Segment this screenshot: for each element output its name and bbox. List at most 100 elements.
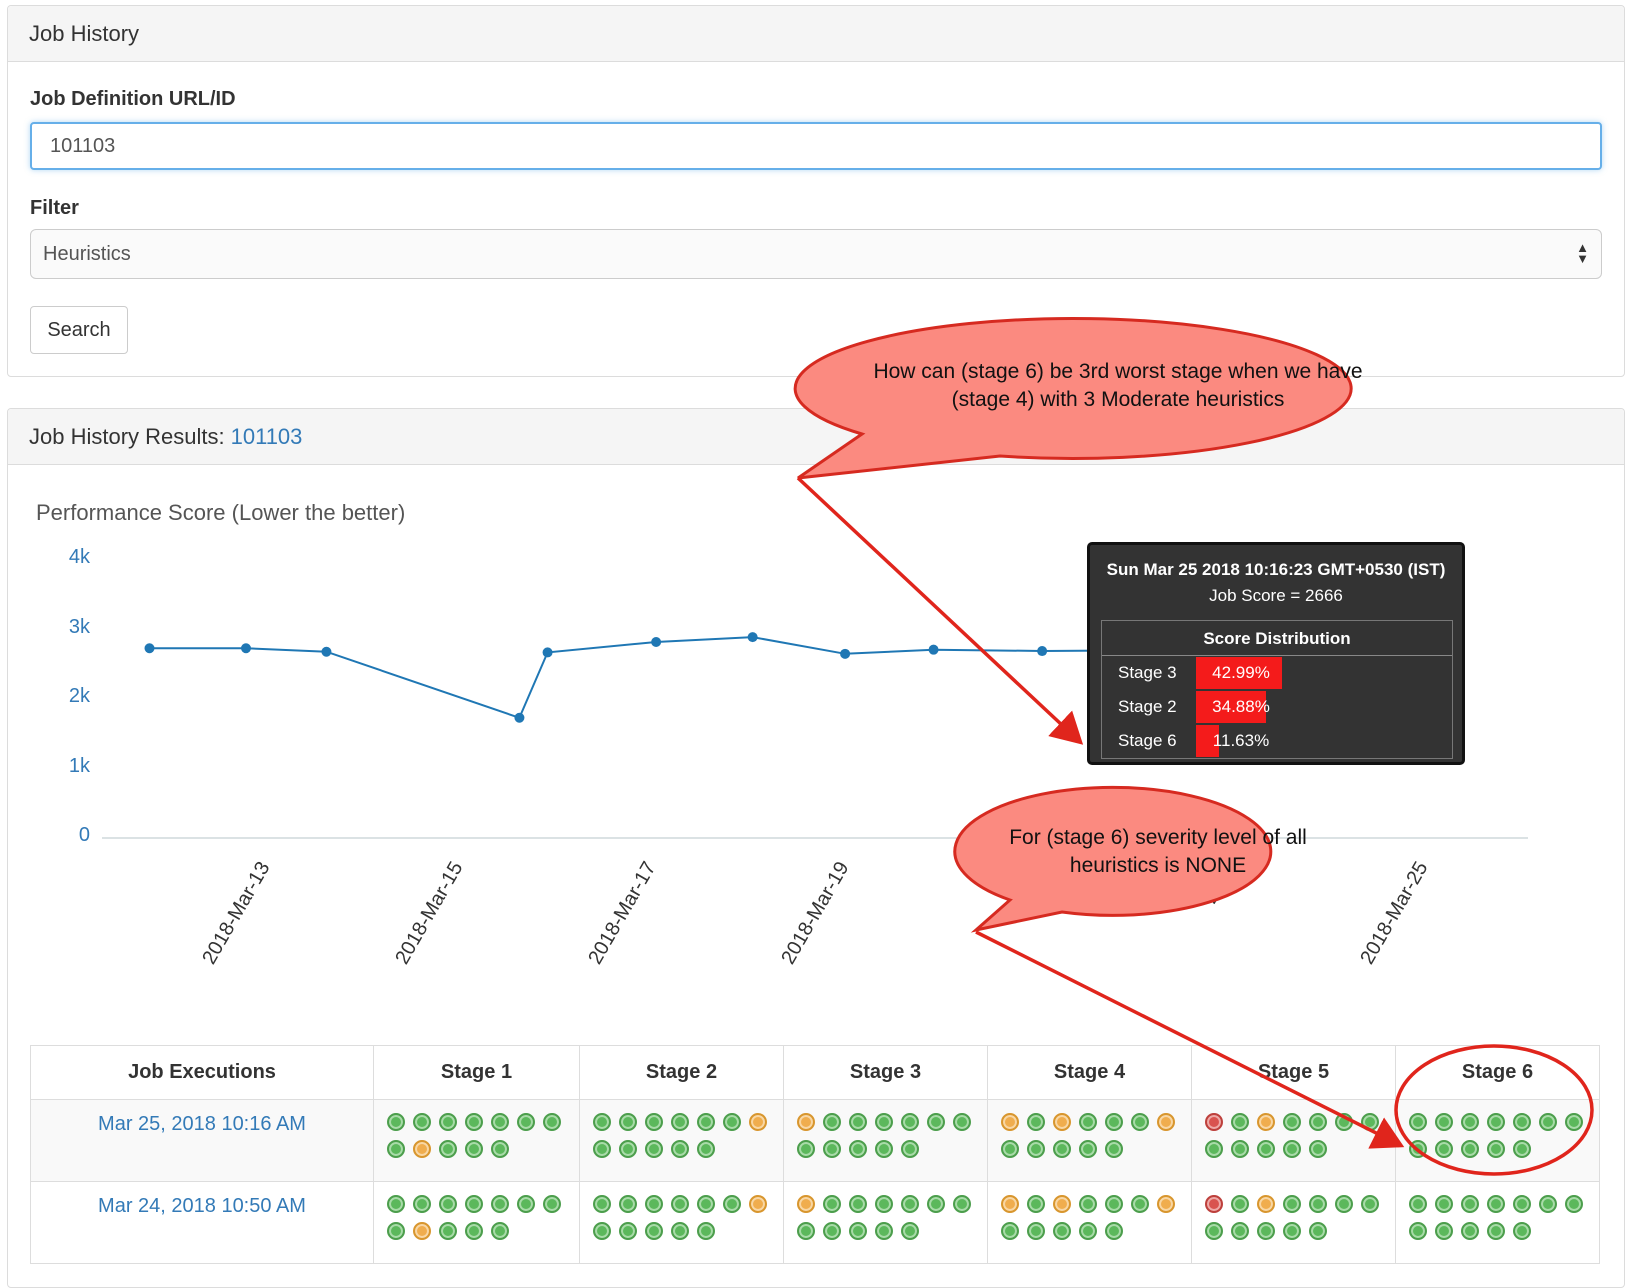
heuristic-orange-icon[interactable]	[749, 1113, 767, 1131]
data-point[interactable]	[928, 644, 939, 655]
heuristic-green-icon[interactable]	[593, 1113, 611, 1131]
heuristic-green-icon[interactable]	[543, 1195, 561, 1213]
heuristic-green-icon[interactable]	[823, 1113, 841, 1131]
heuristic-green-icon[interactable]	[1409, 1195, 1427, 1213]
data-point[interactable]	[241, 643, 251, 654]
heuristic-green-icon[interactable]	[1231, 1140, 1249, 1158]
heuristic-green-icon[interactable]	[697, 1222, 715, 1240]
heuristic-green-icon[interactable]	[1461, 1113, 1479, 1131]
data-point[interactable]	[651, 637, 662, 648]
heuristic-green-icon[interactable]	[1079, 1113, 1097, 1131]
heuristic-orange-icon[interactable]	[413, 1222, 431, 1240]
heuristic-green-icon[interactable]	[1539, 1195, 1557, 1213]
heuristic-green-icon[interactable]	[593, 1222, 611, 1240]
data-point[interactable]	[321, 646, 332, 657]
heuristic-red-icon[interactable]	[1205, 1113, 1223, 1131]
execution-link[interactable]: Mar 24, 2018 10:50 AM	[32, 1183, 372, 1218]
heuristic-green-icon[interactable]	[439, 1113, 457, 1131]
heuristic-green-icon[interactable]	[849, 1113, 867, 1131]
heuristic-green-icon[interactable]	[849, 1140, 867, 1158]
heuristic-orange-icon[interactable]	[749, 1195, 767, 1213]
heuristic-orange-icon[interactable]	[413, 1140, 431, 1158]
heuristic-green-icon[interactable]	[849, 1222, 867, 1240]
heuristic-green-icon[interactable]	[1027, 1195, 1045, 1213]
heuristic-green-icon[interactable]	[645, 1113, 663, 1131]
heuristic-orange-icon[interactable]	[797, 1195, 815, 1213]
heuristic-green-icon[interactable]	[465, 1222, 483, 1240]
heuristic-green-icon[interactable]	[1409, 1222, 1427, 1240]
heuristic-green-icon[interactable]	[387, 1140, 405, 1158]
heuristic-green-icon[interactable]	[1435, 1195, 1453, 1213]
heuristic-green-icon[interactable]	[517, 1113, 535, 1131]
heuristic-green-icon[interactable]	[901, 1222, 919, 1240]
heuristic-green-icon[interactable]	[645, 1195, 663, 1213]
heuristic-green-icon[interactable]	[1361, 1113, 1379, 1131]
heuristic-green-icon[interactable]	[671, 1195, 689, 1213]
data-point[interactable]	[514, 712, 525, 723]
heuristic-green-icon[interactable]	[1105, 1195, 1123, 1213]
heuristic-green-icon[interactable]	[1205, 1140, 1223, 1158]
data-point[interactable]	[747, 632, 758, 643]
heuristic-green-icon[interactable]	[1487, 1140, 1505, 1158]
heuristic-green-icon[interactable]	[491, 1113, 509, 1131]
heuristic-green-icon[interactable]	[1231, 1195, 1249, 1213]
heuristic-green-icon[interactable]	[1461, 1195, 1479, 1213]
heuristic-green-icon[interactable]	[465, 1140, 483, 1158]
heuristic-green-icon[interactable]	[619, 1222, 637, 1240]
heuristic-green-icon[interactable]	[1361, 1195, 1379, 1213]
execution-link[interactable]: Mar 25, 2018 10:16 AM	[32, 1101, 372, 1136]
heuristic-green-icon[interactable]	[823, 1222, 841, 1240]
heuristic-orange-icon[interactable]	[1257, 1195, 1275, 1213]
heuristic-green-icon[interactable]	[1461, 1140, 1479, 1158]
heuristic-green-icon[interactable]	[593, 1195, 611, 1213]
heuristic-green-icon[interactable]	[1487, 1222, 1505, 1240]
heuristic-green-icon[interactable]	[797, 1140, 815, 1158]
heuristic-green-icon[interactable]	[1231, 1222, 1249, 1240]
heuristic-green-icon[interactable]	[849, 1195, 867, 1213]
heuristic-green-icon[interactable]	[1105, 1222, 1123, 1240]
data-point[interactable]	[144, 643, 155, 654]
data-point[interactable]	[840, 648, 851, 659]
heuristic-green-icon[interactable]	[1539, 1113, 1557, 1131]
heuristic-green-icon[interactable]	[1435, 1140, 1453, 1158]
heuristic-green-icon[interactable]	[1231, 1113, 1249, 1131]
heuristic-green-icon[interactable]	[953, 1113, 971, 1131]
heuristic-orange-icon[interactable]	[797, 1113, 815, 1131]
heuristic-green-icon[interactable]	[439, 1140, 457, 1158]
heuristic-green-icon[interactable]	[875, 1113, 893, 1131]
heuristic-green-icon[interactable]	[671, 1222, 689, 1240]
heuristic-green-icon[interactable]	[439, 1222, 457, 1240]
heuristic-green-icon[interactable]	[1565, 1113, 1583, 1131]
heuristic-green-icon[interactable]	[1001, 1140, 1019, 1158]
heuristic-green-icon[interactable]	[1105, 1140, 1123, 1158]
heuristic-green-icon[interactable]	[543, 1113, 561, 1131]
heuristic-green-icon[interactable]	[875, 1140, 893, 1158]
heuristic-orange-icon[interactable]	[1053, 1113, 1071, 1131]
heuristic-green-icon[interactable]	[1487, 1113, 1505, 1131]
heuristic-red-icon[interactable]	[1205, 1195, 1223, 1213]
data-point[interactable]	[542, 647, 553, 658]
heuristic-green-icon[interactable]	[1283, 1113, 1301, 1131]
heuristic-green-icon[interactable]	[1513, 1195, 1531, 1213]
heuristic-green-icon[interactable]	[619, 1195, 637, 1213]
heuristic-green-icon[interactable]	[1079, 1140, 1097, 1158]
heuristic-green-icon[interactable]	[697, 1195, 715, 1213]
heuristic-green-icon[interactable]	[491, 1195, 509, 1213]
heuristic-orange-icon[interactable]	[1001, 1195, 1019, 1213]
heuristic-green-icon[interactable]	[619, 1113, 637, 1131]
heuristic-green-icon[interactable]	[1283, 1140, 1301, 1158]
heuristic-green-icon[interactable]	[1335, 1195, 1353, 1213]
heuristic-orange-icon[interactable]	[1257, 1113, 1275, 1131]
heuristic-green-icon[interactable]	[1257, 1140, 1275, 1158]
heuristic-green-icon[interactable]	[723, 1195, 741, 1213]
data-point[interactable]	[1037, 646, 1048, 657]
heuristic-green-icon[interactable]	[491, 1140, 509, 1158]
heuristic-green-icon[interactable]	[517, 1195, 535, 1213]
heuristic-green-icon[interactable]	[619, 1140, 637, 1158]
heuristic-green-icon[interactable]	[1131, 1113, 1149, 1131]
heuristic-green-icon[interactable]	[645, 1222, 663, 1240]
heuristic-green-icon[interactable]	[1513, 1140, 1531, 1158]
heuristic-green-icon[interactable]	[1309, 1113, 1327, 1131]
heuristic-orange-icon[interactable]	[1001, 1113, 1019, 1131]
heuristic-green-icon[interactable]	[1487, 1195, 1505, 1213]
